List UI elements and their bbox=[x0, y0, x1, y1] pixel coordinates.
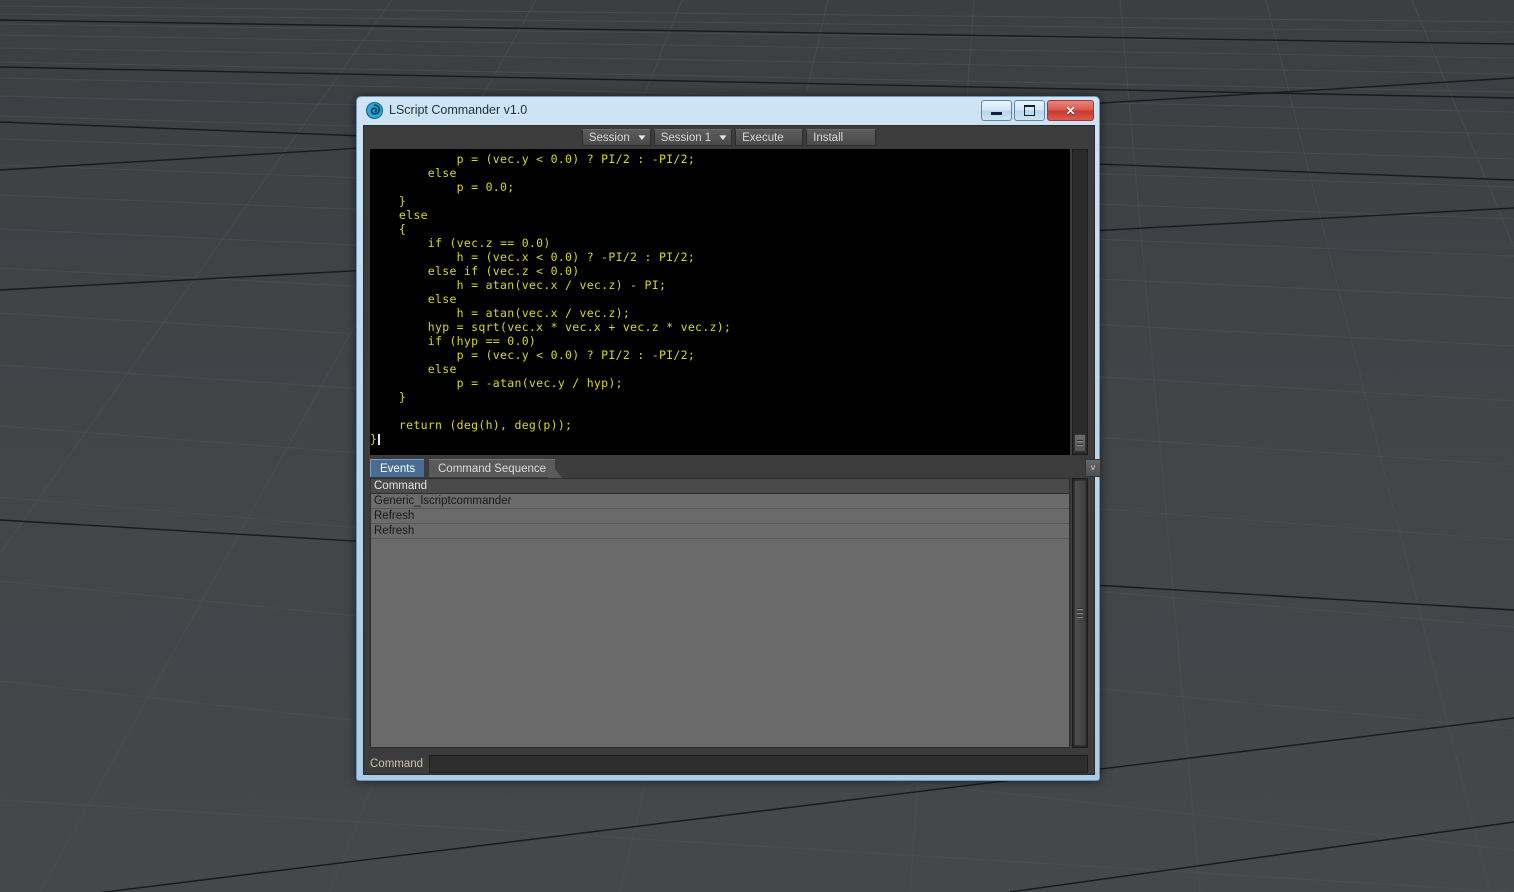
lightwave-spiral-icon bbox=[366, 102, 383, 119]
command-input[interactable] bbox=[429, 755, 1088, 773]
lscript-commander-window[interactable]: LScript Commander v1.0 ✕ Session ▼ Sessi… bbox=[356, 96, 1101, 781]
event-list: Command Generic_lscriptcommander Refresh… bbox=[370, 478, 1088, 748]
chevron-down-icon: ▼ bbox=[635, 132, 648, 142]
cell-command: Generic_lscriptcommander bbox=[374, 495, 512, 507]
column-header-command: Command bbox=[374, 480, 428, 492]
toolbar-controls: Session ▼ Session 1 ▼ Execute Install bbox=[581, 129, 877, 146]
toolbar: Session ▼ Session 1 ▼ Execute Install bbox=[364, 126, 1094, 149]
tab-command-sequence-label: Command Sequence bbox=[438, 462, 547, 475]
editor-vertical-scrollbar[interactable] bbox=[1072, 149, 1088, 455]
event-list-table[interactable]: Command Generic_lscriptcommander Refresh… bbox=[370, 478, 1070, 748]
tab-strip: Events Command Sequence ˅ bbox=[370, 459, 1102, 478]
command-bar: Command bbox=[370, 754, 1088, 774]
window-titlebar[interactable]: LScript Commander v1.0 ✕ bbox=[357, 97, 1099, 125]
script-editor: p = (vec.y < 0.0) ? PI/2 : -PI/2; else p… bbox=[370, 149, 1088, 455]
session-select-dropdown[interactable]: Session 1 ▼ bbox=[653, 129, 733, 146]
minimize-button[interactable] bbox=[981, 100, 1012, 121]
maximize-button[interactable] bbox=[1014, 100, 1045, 121]
session-select-value: Session 1 bbox=[660, 131, 712, 144]
table-row[interactable]: Refresh bbox=[371, 524, 1069, 539]
list-column-header[interactable]: Command bbox=[371, 479, 1069, 494]
list-empty-area[interactable] bbox=[371, 539, 1069, 747]
install-button[interactable]: Install bbox=[806, 129, 877, 146]
window-client-area: Session ▼ Session 1 ▼ Execute Install p … bbox=[363, 125, 1101, 775]
grip-lines-icon bbox=[1077, 606, 1083, 620]
tab-command-sequence[interactable]: Command Sequence bbox=[429, 459, 556, 477]
tab-events-label: Events bbox=[380, 462, 416, 475]
close-icon: ✕ bbox=[1065, 103, 1076, 118]
cell-command: Refresh bbox=[374, 510, 415, 522]
tab-trailing-slant bbox=[548, 459, 562, 478]
execute-button[interactable]: Execute bbox=[735, 129, 804, 146]
tab-overflow-button[interactable]: ˅ bbox=[1085, 459, 1101, 477]
tab-events[interactable]: Events bbox=[370, 459, 425, 477]
minimize-icon bbox=[982, 101, 1011, 120]
chevron-down-icon: ˅ bbox=[1090, 463, 1096, 473]
close-button[interactable]: ✕ bbox=[1047, 100, 1094, 121]
text-caret bbox=[378, 434, 381, 445]
code-text-area[interactable]: p = (vec.y < 0.0) ? PI/2 : -PI/2; else p… bbox=[370, 149, 1070, 455]
session-type-dropdown[interactable]: Session ▼ bbox=[581, 129, 651, 146]
session-type-value: Session bbox=[588, 131, 630, 144]
editor-scrollbar-thumb[interactable] bbox=[1074, 434, 1086, 452]
list-scrollbar-thumb[interactable] bbox=[1074, 480, 1086, 746]
cell-command: Refresh bbox=[374, 525, 415, 537]
maximize-icon bbox=[1015, 101, 1044, 120]
table-row[interactable]: Refresh bbox=[371, 509, 1069, 524]
list-vertical-scrollbar[interactable] bbox=[1072, 478, 1088, 748]
table-row[interactable]: Generic_lscriptcommander bbox=[371, 494, 1069, 509]
lightwave-viewport-background: LScript Commander v1.0 ✕ Session ▼ Sessi… bbox=[0, 0, 1514, 892]
code-content: p = (vec.y < 0.0) ? PI/2 : -PI/2; else p… bbox=[370, 152, 732, 446]
command-label: Command bbox=[370, 758, 424, 770]
grip-lines-icon bbox=[1077, 438, 1083, 448]
window-title: LScript Commander v1.0 bbox=[389, 103, 528, 117]
window-controls: ✕ bbox=[981, 100, 1094, 121]
chevron-down-icon: ▼ bbox=[717, 132, 730, 142]
